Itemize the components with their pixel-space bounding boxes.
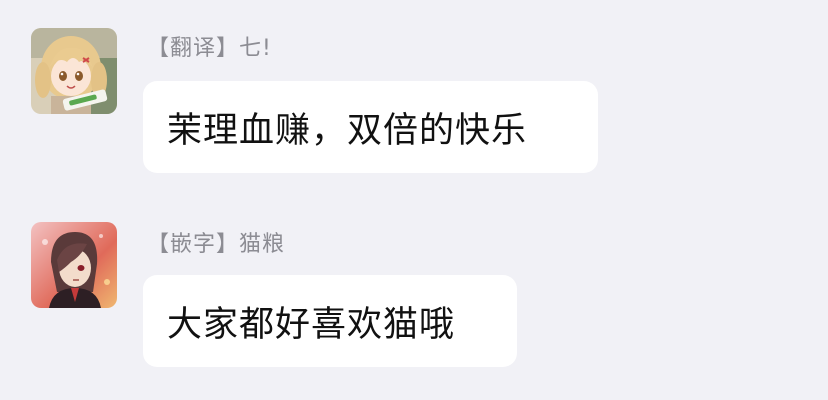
- message-bubble[interactable]: 茉理血赚，双倍的快乐: [143, 81, 598, 173]
- message-bubble[interactable]: 大家都好喜欢猫哦: [143, 275, 517, 367]
- message-text: 茉理血赚，双倍的快乐: [167, 110, 528, 151]
- sender-name: 【翻译】七!: [147, 36, 272, 61]
- sender-name: 【嵌字】猫粮: [147, 232, 286, 257]
- anime-girl-avatar-icon[interactable]: [31, 28, 117, 114]
- anime-boy-avatar-icon[interactable]: [31, 222, 117, 308]
- message-text: 大家都好喜欢猫哦: [167, 304, 456, 345]
